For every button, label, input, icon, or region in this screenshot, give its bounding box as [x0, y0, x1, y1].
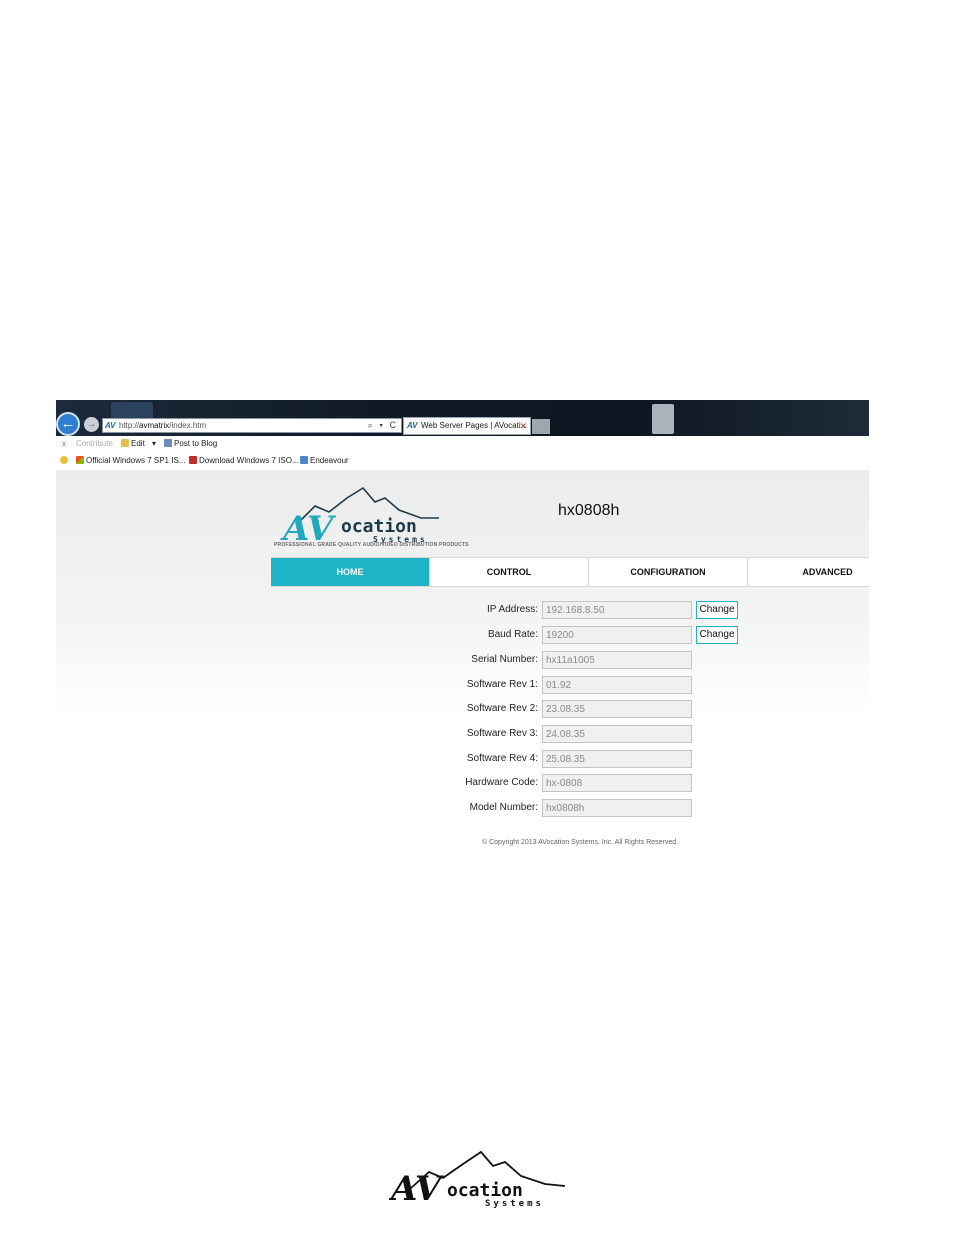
favorites-star-icon[interactable] — [60, 453, 70, 469]
address-bar[interactable]: AV http://avmatrix/index.htm ⌕ ▾ C — [102, 418, 402, 433]
software-rev-3-label: Software Rev 3: — [466, 728, 538, 739]
command-bar: x Contribute Edit ▾ Post to Blog — [56, 436, 869, 452]
ip-address-field[interactable] — [542, 601, 692, 619]
hardware-code-label: Hardware Code: — [465, 777, 538, 788]
model-number-field — [542, 799, 692, 817]
post-to-blog-button[interactable]: Post to Blog — [164, 437, 217, 451]
browser-titlebar: ← → AV http://avmatrix/index.htm ⌕ ▾ C A… — [56, 400, 869, 436]
tab-favicon: AV — [407, 421, 418, 430]
ip-address-row: IP Address: Change — [356, 601, 756, 619]
windows-icon — [76, 456, 84, 464]
edit-label: Edit — [131, 439, 145, 448]
footer-logo-sub: Systems — [485, 1199, 544, 1209]
favorite-label: Endeavour — [310, 456, 349, 465]
footer-logo-word: ocation — [447, 1180, 523, 1201]
change-ip-button[interactable]: Change — [696, 601, 738, 619]
site-favicon: AV — [105, 421, 116, 430]
software-rev-2-row: Software Rev 2: — [356, 700, 756, 718]
favorite-item[interactable]: Endeavour — [300, 453, 349, 469]
copyright: © Copyright 2013 AVocation Systems, Inc.… — [482, 839, 679, 846]
blog-icon — [164, 439, 172, 447]
software-rev-4-row: Software Rev 4: — [356, 750, 756, 768]
new-tab-button[interactable] — [532, 419, 550, 434]
serial-number-field — [542, 651, 692, 669]
footer-logo-mark: AV — [389, 1169, 445, 1209]
main-nav: HOME CONTROL CONFIGURATION ADVANCED — [271, 557, 869, 587]
favorite-item[interactable]: Download Windows 7 ISO... — [189, 453, 299, 469]
pinterest-icon — [189, 456, 197, 464]
software-rev-4-field — [542, 750, 692, 768]
favorite-label: Download Windows 7 ISO... — [199, 456, 299, 465]
tab-advanced[interactable]: ADVANCED — [748, 558, 869, 586]
favorite-item[interactable]: Official Windows 7 SP1 IS... — [76, 453, 185, 469]
edit-icon — [121, 439, 129, 447]
ip-address-label: IP Address: — [487, 604, 538, 615]
baud-rate-label: Baud Rate: — [487, 629, 538, 640]
chevron-down-icon[interactable]: ▾ — [152, 437, 156, 451]
contribute-button[interactable]: Contribute — [76, 437, 113, 451]
device-name: hx0808h — [558, 502, 620, 519]
url-prefix: http:// — [119, 421, 140, 430]
baud-rate-row: Baud Rate: Change — [356, 626, 756, 644]
avocation-logo: AV ocation Systems — [280, 486, 439, 548]
tab-title: Web Server Pages | AVocati... — [421, 421, 528, 430]
serial-number-label: Serial Number: — [471, 654, 538, 665]
tab-home[interactable]: HOME — [271, 558, 430, 586]
hardware-code-row: Hardware Code: — [356, 774, 756, 792]
serial-number-row: Serial Number: — [356, 651, 756, 669]
software-rev-3-row: Software Rev 3: — [356, 725, 756, 743]
baud-rate-field[interactable] — [542, 626, 692, 644]
web-page: AV ocation Systems PROFESSIONAL GRADE QU… — [56, 470, 869, 870]
tagline: PROFESSIONAL GRADE QUALITY AUDIO/VIDEO D… — [274, 542, 469, 548]
software-rev-4-label: Software Rev 4: — [466, 753, 538, 764]
desktop-icon — [652, 404, 674, 434]
software-rev-1-field — [542, 676, 692, 694]
ie-page-icon — [300, 456, 308, 464]
model-number-label: Model Number: — [469, 802, 538, 813]
url-path: /index.htm — [169, 421, 207, 430]
software-rev-3-field — [542, 725, 692, 743]
back-arrow-icon[interactable]: ← — [56, 412, 80, 436]
logo-word: ocation — [341, 516, 417, 537]
software-rev-2-field — [542, 700, 692, 718]
edit-button[interactable]: Edit — [121, 437, 145, 451]
software-rev-1-row: Software Rev 1: — [356, 676, 756, 694]
close-icon[interactable]: ✕ — [519, 418, 527, 434]
address-url: http://avmatrix/index.htm — [119, 419, 206, 432]
favorites-bar: Official Windows 7 SP1 IS... Download Wi… — [56, 452, 869, 471]
software-rev-2-label: Software Rev 2: — [466, 703, 538, 714]
tab-configuration[interactable]: CONFIGURATION — [589, 558, 748, 586]
close-toolbar-icon[interactable]: x — [62, 437, 66, 451]
post-label: Post to Blog — [174, 439, 218, 448]
hardware-code-field — [542, 774, 692, 792]
tab-control[interactable]: CONTROL — [430, 558, 589, 586]
browser-screenshot: ← → AV http://avmatrix/index.htm ⌕ ▾ C A… — [56, 400, 869, 870]
software-rev-1-label: Software Rev 1: — [466, 679, 538, 690]
favorite-label: Official Windows 7 SP1 IS... — [86, 456, 186, 465]
footer-logo: AV ocation Systems — [389, 1150, 566, 1209]
change-baud-button[interactable]: Change — [696, 626, 738, 644]
search-refresh-icon[interactable]: ⌕ ▾ C — [368, 419, 398, 432]
browser-tab[interactable]: AV Web Server Pages | AVocati... ✕ — [403, 417, 531, 435]
url-host: avmatrix — [139, 421, 170, 430]
forward-arrow-icon[interactable]: → — [84, 417, 99, 432]
model-number-row: Model Number: — [356, 799, 756, 817]
